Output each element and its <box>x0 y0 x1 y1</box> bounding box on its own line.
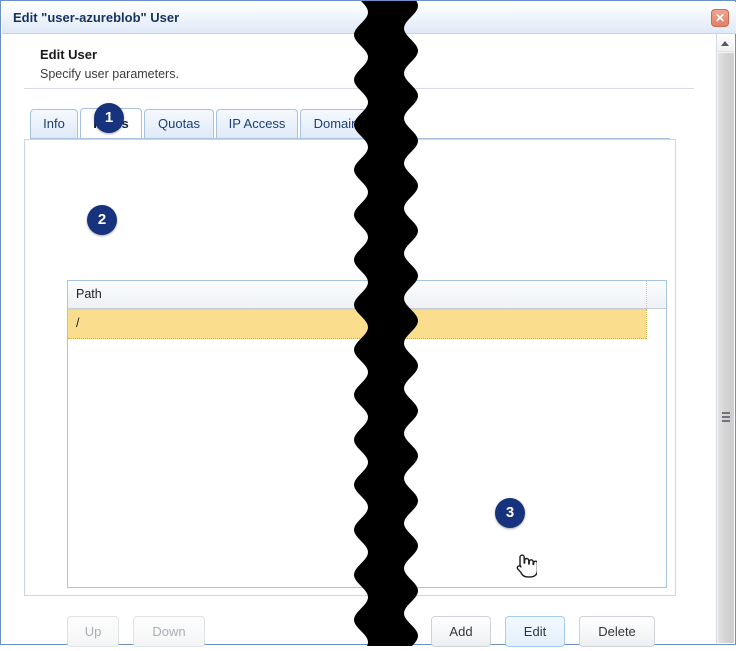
header-divider <box>24 88 694 89</box>
down-button[interactable]: Down <box>133 616 205 647</box>
close-glyph: ✕ <box>714 11 726 25</box>
dialog-body: Edit User Specify user parameters. Info … <box>2 34 716 647</box>
cell-path: / <box>76 316 80 330</box>
scrollbar-thumb[interactable] <box>718 53 734 643</box>
tab-info[interactable]: Info <box>30 109 78 138</box>
close-icon[interactable]: ✕ <box>711 9 729 27</box>
up-button[interactable]: Up <box>67 616 119 647</box>
row-column-separator <box>646 309 648 339</box>
step-badge-1: 1 <box>94 103 124 133</box>
vertical-scrollbar[interactable] <box>716 34 734 643</box>
page-title: Edit User <box>40 47 98 62</box>
column-header-path[interactable]: Path <box>76 287 102 301</box>
add-button[interactable]: Add <box>431 616 491 647</box>
window-title: Edit "user-azureblob" User <box>13 10 180 25</box>
grid-header-row: Path <box>68 281 666 309</box>
tab-domain[interactable]: Domain <box>300 109 372 138</box>
window-titlebar: Edit "user-azureblob" User ✕ <box>2 2 736 34</box>
step-badge-2: 2 <box>87 205 117 235</box>
tab-ip-access[interactable]: IP Access <box>216 109 298 138</box>
caret-up-icon <box>721 41 729 46</box>
tab-quotas[interactable]: Quotas <box>144 109 214 138</box>
page-subtitle: Specify user parameters. <box>40 67 179 81</box>
column-separator[interactable] <box>646 281 648 308</box>
mouse-cursor-pointer <box>513 551 539 579</box>
delete-button[interactable]: Delete <box>579 616 655 647</box>
scroll-up-button[interactable] <box>717 34 734 52</box>
edit-button[interactable]: Edit <box>505 616 565 647</box>
scrollbar-grip-icon <box>722 412 730 422</box>
paths-grid: Path / <box>67 280 667 588</box>
table-row[interactable]: / <box>68 309 646 339</box>
step-badge-3: 3 <box>495 498 525 528</box>
paths-panel: Path / Up Down Add Edit Delete <box>24 139 676 647</box>
edit-user-window: Edit "user-azureblob" User ✕ Edit User S… <box>0 0 736 650</box>
